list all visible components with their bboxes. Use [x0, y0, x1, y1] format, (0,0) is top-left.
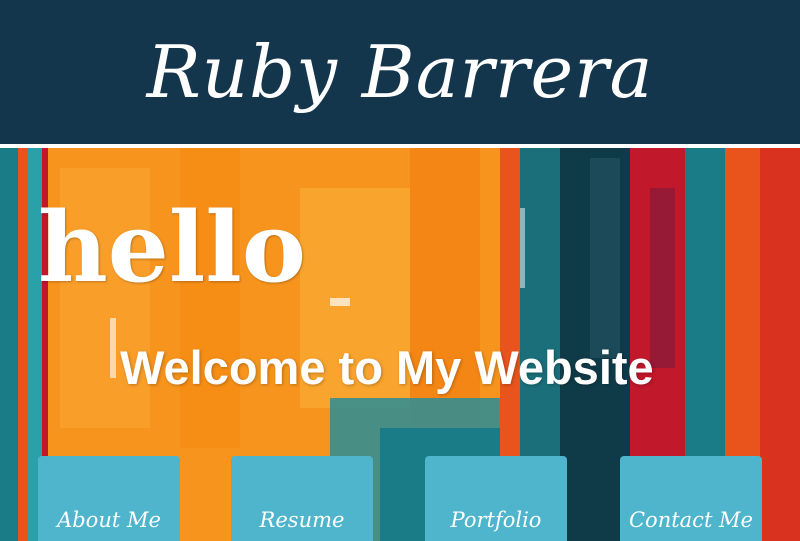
nav-tile-about-me[interactable]: About Me: [38, 456, 180, 541]
nav-label: Portfolio: [450, 508, 542, 532]
nav-label: Resume: [259, 508, 345, 532]
site-title: Ruby Barrera: [146, 30, 654, 114]
nav-tile-portfolio[interactable]: Portfolio: [425, 456, 567, 541]
hero-section: hello Welcome to My Website About Me Res…: [0, 148, 800, 541]
nav-tile-contact-me[interactable]: Contact Me: [620, 456, 762, 541]
main-nav: About Me Resume Portfolio Contact Me: [0, 148, 800, 541]
site-header: Ruby Barrera: [0, 0, 800, 148]
nav-tile-resume[interactable]: Resume: [231, 456, 373, 541]
nav-label: Contact Me: [628, 508, 753, 532]
nav-label: About Me: [57, 508, 161, 532]
